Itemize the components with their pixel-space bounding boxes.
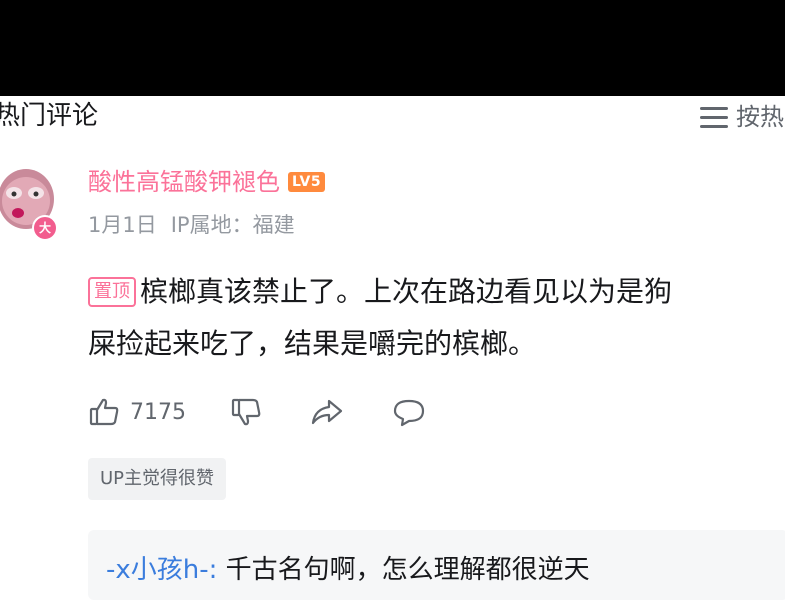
pinned-tag: 置顶	[88, 277, 136, 307]
reply-text: 千古名句啊，怎么理解都很逆天	[217, 555, 590, 585]
comment-user: 酸性高锰酸钾褪色 LV5	[88, 164, 326, 200]
comment-date: 1月1日	[88, 213, 157, 237]
ip-location: IP属地：福建	[170, 213, 295, 237]
comment-content: 置顶 槟榔真该禁止了。上次在路边看见以为是狗 屎捡起来吃了，结果是嚼完的槟榔。	[88, 266, 785, 370]
comment-text-1: 槟榔真该禁止了。上次在路边看见以为是狗	[140, 275, 673, 308]
share-icon	[311, 399, 343, 425]
section-title: 热门评论	[0, 101, 99, 131]
sort-button[interactable]: 按热	[700, 100, 784, 134]
thumbs-up-icon	[89, 398, 119, 426]
like-count: 7175	[130, 399, 186, 425]
sort-icon	[700, 106, 728, 128]
reply-item[interactable]: -x小孩h-: 千古名句啊，怎么理解都很逆天	[106, 550, 590, 590]
dislike-button[interactable]	[230, 396, 262, 428]
comment-icon	[393, 399, 425, 427]
avatar-badge: 大	[32, 215, 58, 241]
username[interactable]: 酸性高锰酸钾褪色	[88, 164, 280, 200]
like-button[interactable]: 7175	[88, 396, 186, 428]
comment-line-2: 屎捡起来吃了，结果是嚼完的槟榔。	[88, 327, 537, 360]
up-liked-tag: UP主觉得很赞	[88, 458, 227, 500]
level-badge: LV5	[288, 172, 326, 192]
thumbs-down-icon	[231, 398, 261, 426]
comment-meta: 1月1日 IP属地：福建	[88, 210, 295, 240]
reply-button[interactable]	[392, 397, 426, 427]
comment-actions: 7175	[88, 396, 426, 428]
sort-label: 按热	[736, 103, 784, 131]
share-button[interactable]	[310, 397, 344, 427]
top-black-bar	[0, 0, 785, 96]
reply-username[interactable]: -x小孩h-:	[106, 555, 217, 585]
comment-line-1: 置顶 槟榔真该禁止了。上次在路边看见以为是狗	[88, 266, 785, 318]
